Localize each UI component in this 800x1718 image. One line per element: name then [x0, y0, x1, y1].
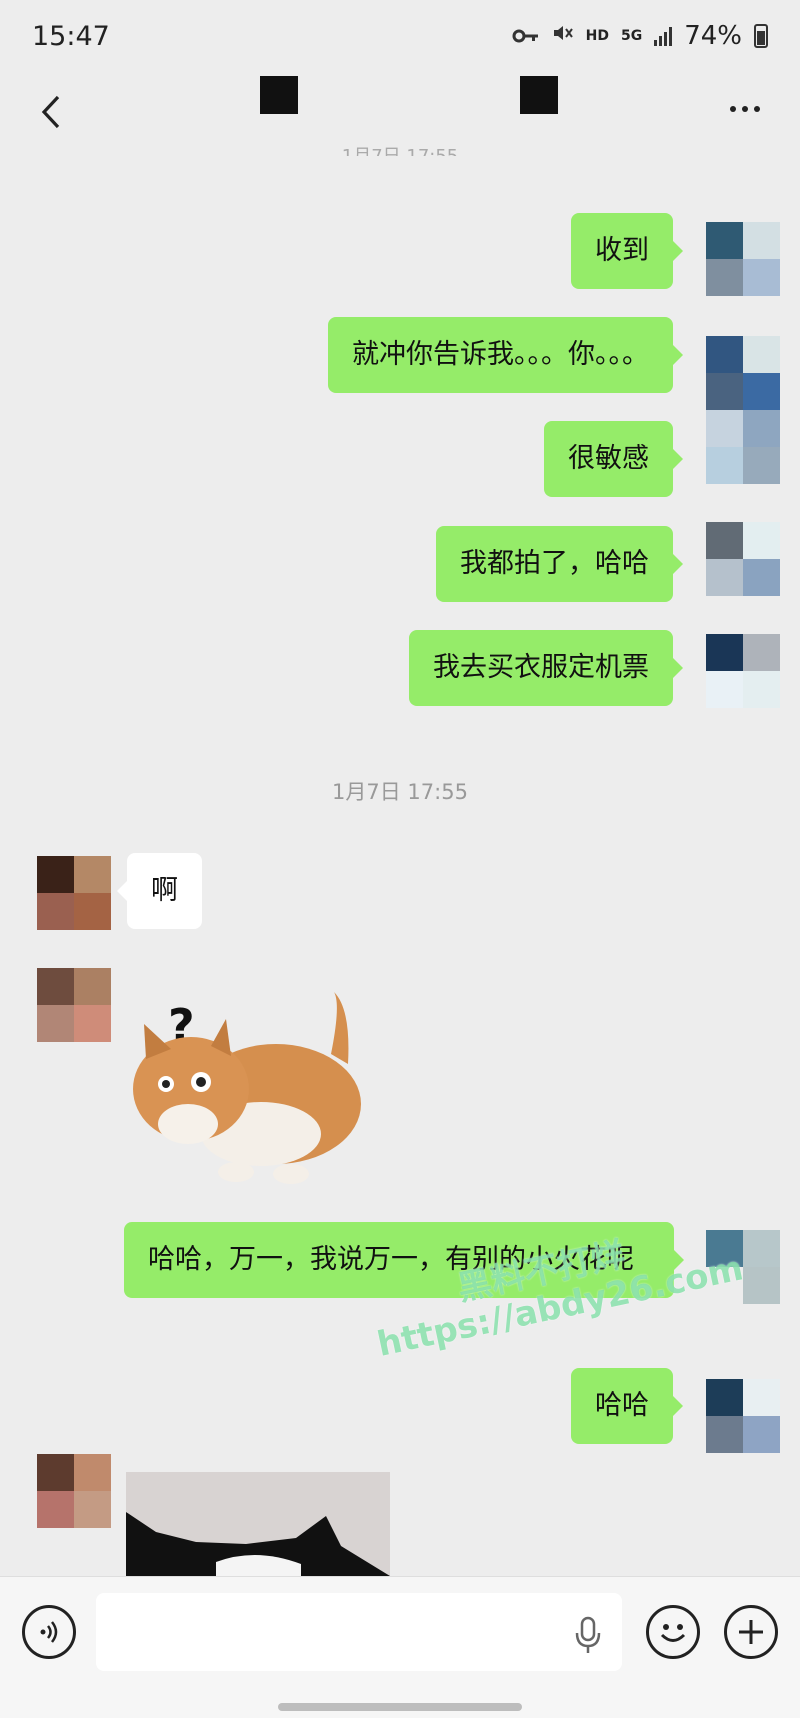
more-dots-icon: [730, 106, 736, 112]
battery-level: 74%: [684, 21, 742, 51]
signal-icon: [654, 26, 673, 46]
avatar[interactable]: [37, 856, 111, 930]
avatar[interactable]: [706, 1379, 780, 1453]
sent-message[interactable]: 我去买衣服定机票: [409, 630, 683, 706]
emoji-icon: [660, 1624, 686, 1642]
status-time: 15:47: [32, 20, 110, 52]
mute-icon: [552, 21, 574, 51]
cat-photo-icon: [126, 1472, 390, 1576]
battery-icon: [754, 24, 768, 48]
sent-message[interactable]: 收到: [571, 213, 683, 289]
avatar[interactable]: [706, 336, 780, 410]
network-type: 5G: [620, 28, 643, 44]
sent-message[interactable]: 哈哈: [571, 1368, 683, 1444]
microphone-button[interactable]: [572, 1615, 604, 1655]
chevron-left-icon: [41, 95, 60, 129]
avatar[interactable]: [706, 522, 780, 596]
plus-button[interactable]: [724, 1605, 778, 1659]
back-button[interactable]: [26, 84, 76, 140]
status-icons: HD 5G 74%: [512, 21, 768, 51]
avatar[interactable]: [706, 410, 780, 484]
received-message[interactable]: 啊: [117, 853, 202, 929]
avatar[interactable]: [706, 634, 780, 708]
voice-icon: [40, 1621, 58, 1643]
plus-icon: [739, 1620, 763, 1644]
redacted-title-block: [520, 76, 558, 114]
home-indicator[interactable]: [278, 1703, 522, 1711]
message-input[interactable]: [96, 1593, 622, 1671]
vpn-key-icon: [512, 21, 540, 51]
received-image[interactable]: [126, 1472, 390, 1576]
cat-icon: ?: [133, 992, 361, 1184]
avatar[interactable]: [37, 1454, 111, 1528]
input-bar: [0, 1576, 800, 1718]
sent-message[interactable]: 就冲你告诉我。。。你。。。: [328, 317, 683, 393]
question-cat-sticker[interactable]: ?: [126, 984, 376, 1196]
sent-message[interactable]: 很敏感: [544, 421, 683, 497]
avatar[interactable]: [37, 968, 111, 1042]
microphone-icon: [575, 1616, 601, 1653]
more-button[interactable]: [720, 94, 770, 124]
chat-timestamp: 1月7日 17:55: [332, 780, 468, 804]
redacted-title-block: [260, 76, 298, 114]
voice-button[interactable]: [22, 1605, 76, 1659]
emoji-button[interactable]: [646, 1605, 700, 1659]
chat-header: [0, 72, 800, 152]
faded-timestamp: 1月7日 17:55: [0, 142, 800, 156]
hd-indicator: HD: [585, 28, 609, 44]
sent-message[interactable]: 我都拍了，哈哈: [436, 526, 683, 602]
status-bar: 15:47 HD 5G 74%: [0, 0, 800, 72]
avatar[interactable]: [706, 222, 780, 296]
